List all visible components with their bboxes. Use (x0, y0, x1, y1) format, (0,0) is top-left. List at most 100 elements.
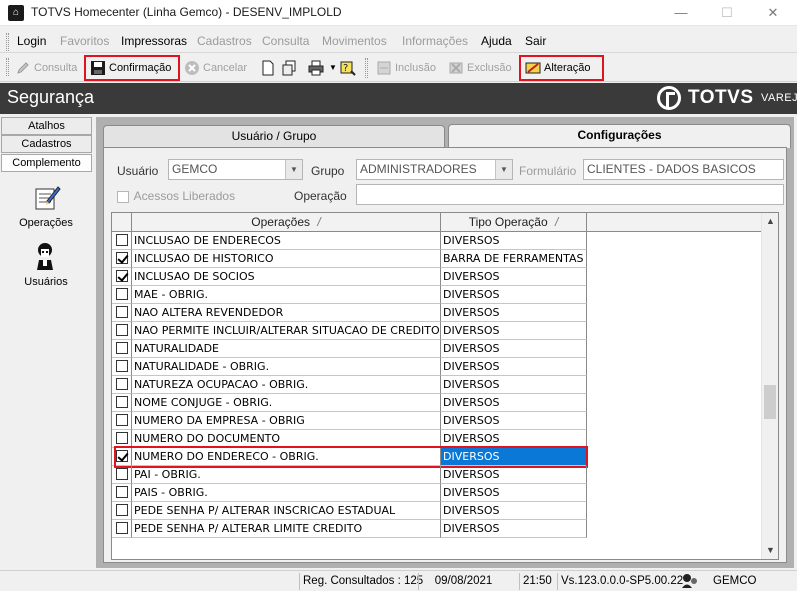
row-checkbox[interactable] (115, 288, 128, 300)
cancelar-button[interactable]: Cancelar (184, 57, 247, 79)
tipo-operacao-cell[interactable]: DIVERSOS (441, 268, 587, 286)
row-checkbox-cell[interactable] (112, 412, 132, 430)
print-button[interactable] (308, 57, 327, 79)
table-row[interactable]: NATURALIDADE DIVERSOS (112, 340, 762, 358)
row-checkbox[interactable] (115, 234, 128, 246)
column-header-operacoes[interactable]: Operações / (132, 213, 441, 232)
row-checkbox-cell[interactable] (112, 376, 132, 394)
operacao-cell[interactable]: NATURALIDADE - OBRIG. (132, 358, 441, 376)
row-checkbox-cell[interactable] (112, 502, 132, 520)
row-checkbox[interactable] (115, 270, 128, 282)
operacao-cell[interactable]: NUMERO DA EMPRESA - OBRIG (132, 412, 441, 430)
print-dropdown-icon[interactable]: ▼ (329, 57, 337, 79)
acessos-liberados-checkbox[interactable]: Acessos Liberados (117, 189, 235, 203)
operacao-cell[interactable]: PEDE SENHA P/ ALTERAR INSCRICAO ESTADUAL (132, 502, 441, 520)
acessos-checkbox-box[interactable] (117, 190, 129, 203)
exclusao-button[interactable]: Exclusão (448, 57, 512, 79)
row-checkbox-cell[interactable] (112, 322, 132, 340)
row-checkbox-cell[interactable] (112, 358, 132, 376)
help-button[interactable]: ? (340, 57, 359, 79)
menu-informacoes[interactable]: Informações (402, 34, 468, 48)
row-checkbox[interactable] (115, 486, 128, 498)
row-checkbox[interactable] (115, 504, 128, 516)
row-checkbox[interactable] (115, 360, 128, 372)
operacao-cell[interactable]: PAIS - OBRIG. (132, 484, 441, 502)
operacao-cell[interactable]: INCLUSAO DE SOCIOS (132, 268, 441, 286)
operacao-cell[interactable]: INCLUSAO DE ENDERECOS (132, 232, 441, 250)
table-row[interactable]: NAO ALTERA REVENDEDOR DIVERSOS (112, 304, 762, 322)
tipo-operacao-cell[interactable]: DIVERSOS (441, 376, 587, 394)
tipo-operacao-cell[interactable]: DIVERSOS (441, 322, 587, 340)
tab-configuracoes[interactable]: Configurações (448, 124, 791, 148)
tipo-operacao-cell[interactable]: DIVERSOS (441, 520, 587, 538)
table-row[interactable]: INCLUSAO DE HISTORICO BARRA DE FERRAMENTA… (112, 250, 762, 268)
scroll-up-icon[interactable]: ▲ (762, 213, 778, 230)
menu-login[interactable]: Login (17, 34, 46, 48)
tipo-operacao-cell[interactable]: DIVERSOS (441, 232, 587, 250)
row-checkbox[interactable] (115, 432, 128, 444)
tipo-operacao-cell[interactable]: BARRA DE FERRAMENTAS (441, 250, 587, 268)
scroll-thumb[interactable] (764, 385, 776, 419)
row-checkbox-cell[interactable] (112, 520, 132, 538)
row-checkbox[interactable] (115, 414, 128, 426)
nav-entry-usuarios[interactable]: Usuários (0, 240, 92, 288)
row-checkbox-cell[interactable] (112, 484, 132, 502)
operacao-cell[interactable]: NUMERO DO ENDERECO - OBRIG. (132, 448, 441, 466)
close-button[interactable]: ✕ (750, 0, 796, 26)
table-row[interactable]: NATURALIDADE - OBRIG. DIVERSOS (112, 358, 762, 376)
menu-favoritos[interactable]: Favoritos (60, 34, 109, 48)
operacao-cell[interactable]: MAE - OBRIG. (132, 286, 441, 304)
row-checkbox-cell[interactable] (112, 448, 132, 466)
row-checkbox[interactable] (115, 342, 128, 354)
tipo-operacao-cell[interactable]: DIVERSOS (441, 304, 587, 322)
operacao-cell[interactable]: NAO ALTERA REVENDEDOR (132, 304, 441, 322)
tipo-operacao-cell[interactable]: DIVERSOS (441, 412, 587, 430)
row-checkbox[interactable] (115, 378, 128, 390)
row-checkbox-cell[interactable] (112, 466, 132, 484)
table-row[interactable]: INCLUSAO DE SOCIOS DIVERSOS (112, 268, 762, 286)
vertical-scrollbar[interactable]: ▲ ▼ (761, 213, 778, 559)
nav-tab-complemento[interactable]: Complemento (1, 154, 92, 172)
chevron-down-icon[interactable]: ▼ (285, 160, 302, 179)
operacao-cell[interactable]: INCLUSAO DE HISTORICO (132, 250, 441, 268)
copy-document-button[interactable] (281, 57, 300, 79)
row-checkbox[interactable] (115, 468, 128, 480)
table-row[interactable]: PAIS - OBRIG. DIVERSOS (112, 484, 762, 502)
table-row[interactable]: NUMERO DO DOCUMENTO DIVERSOS (112, 430, 762, 448)
tipo-operacao-cell[interactable]: DIVERSOS (441, 286, 587, 304)
operacao-input[interactable] (356, 184, 784, 205)
row-checkbox[interactable] (115, 450, 128, 462)
tipo-operacao-cell[interactable]: DIVERSOS (441, 502, 587, 520)
operacao-cell[interactable]: NOME CONJUGE - OBRIG. (132, 394, 441, 412)
row-checkbox-cell[interactable] (112, 232, 132, 250)
column-header-tipo[interactable]: Tipo Operação / (441, 213, 587, 232)
nav-tab-atalhos[interactable]: Atalhos (1, 117, 92, 135)
table-row[interactable]: INCLUSAO DE ENDERECOS DIVERSOS (112, 232, 762, 250)
table-row[interactable]: PAI - OBRIG. DIVERSOS (112, 466, 762, 484)
inclusao-button[interactable]: Inclusão (376, 57, 436, 79)
formulario-field[interactable]: CLIENTES - DADOS BASICOS (583, 159, 784, 180)
row-checkbox-cell[interactable] (112, 394, 132, 412)
menu-cadastros[interactable]: Cadastros (197, 34, 252, 48)
confirmacao-button[interactable]: Confirmação (84, 55, 180, 81)
scroll-down-icon[interactable]: ▼ (762, 542, 778, 559)
row-checkbox[interactable] (115, 396, 128, 408)
tipo-operacao-cell[interactable]: DIVERSOS (441, 466, 587, 484)
operacao-cell[interactable]: PEDE SENHA P/ ALTERAR LIMITE CREDITO (132, 520, 441, 538)
row-checkbox[interactable] (115, 324, 128, 336)
operacao-cell[interactable]: NUMERO DO DOCUMENTO (132, 430, 441, 448)
maximize-button[interactable]: ☐ (704, 0, 750, 26)
table-row[interactable]: NOME CONJUGE - OBRIG. DIVERSOS (112, 394, 762, 412)
operacao-cell[interactable]: PAI - OBRIG. (132, 466, 441, 484)
operacao-cell[interactable]: NATUREZA OCUPACAO - OBRIG. (132, 376, 441, 394)
row-checkbox[interactable] (115, 306, 128, 318)
usuario-select[interactable]: GEMCO ▼ (168, 159, 303, 180)
nav-entry-operacoes[interactable]: Operações (0, 181, 92, 229)
row-checkbox-cell[interactable] (112, 430, 132, 448)
table-row[interactable]: NUMERO DA EMPRESA - OBRIG DIVERSOS (112, 412, 762, 430)
minimize-button[interactable]: — (658, 0, 704, 26)
row-checkbox[interactable] (115, 252, 128, 264)
operacao-cell[interactable]: NAO PERMITE INCLUIR/ALTERAR SITUACAO DE … (132, 322, 441, 340)
alteracao-button[interactable]: Alteração (519, 55, 604, 81)
tab-usuario-grupo[interactable]: Usuário / Grupo (103, 125, 445, 147)
